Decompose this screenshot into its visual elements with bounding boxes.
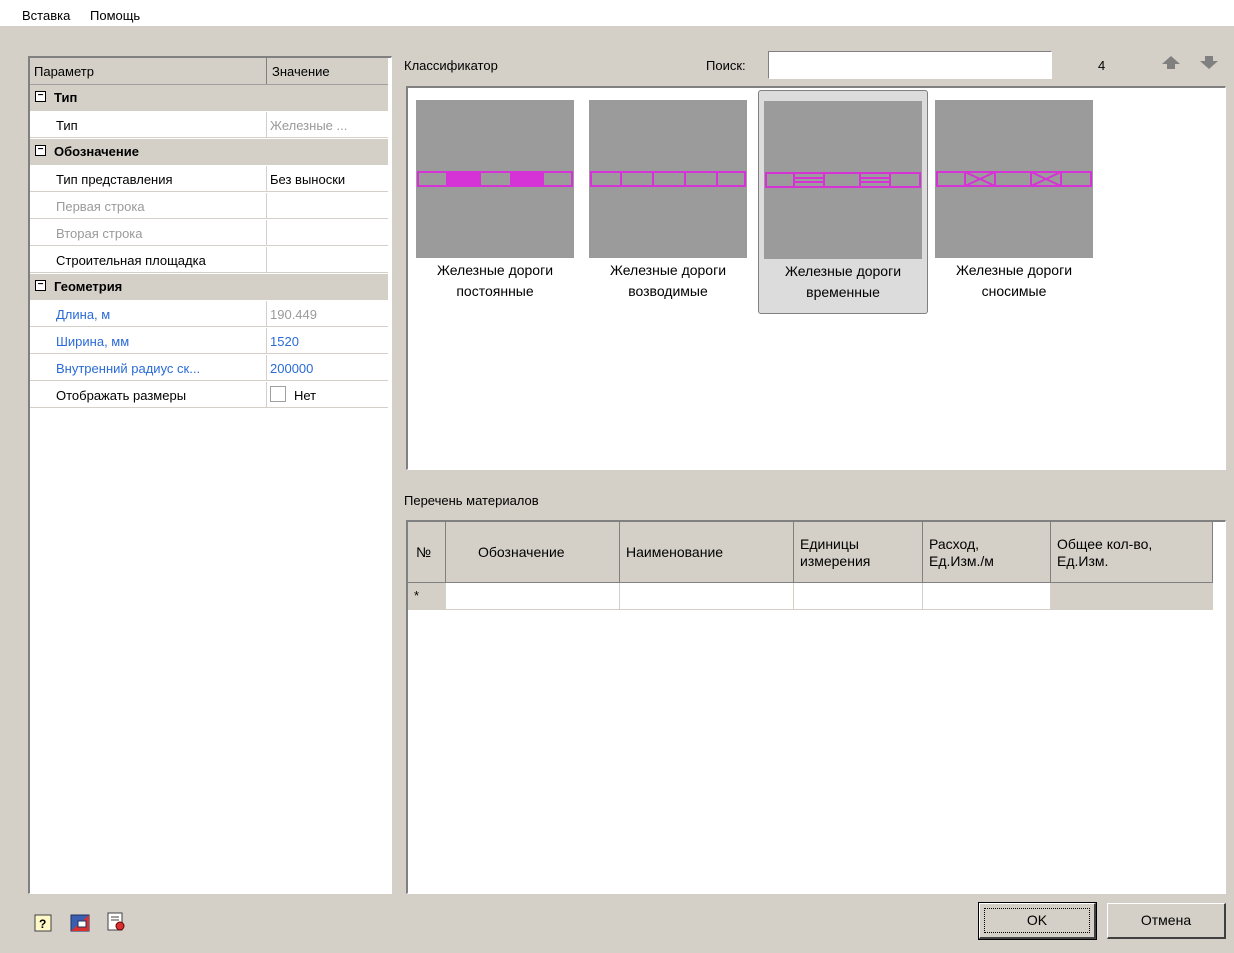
property-row-radius[interactable]: Внутренний радиус ск... 200000 [30,355,388,381]
cell-designation[interactable] [446,583,620,609]
cell-name[interactable] [620,583,794,609]
cancel-button[interactable]: Отмена [1107,903,1226,939]
property-row-second-line[interactable]: Вторая строка [30,220,388,246]
property-name: Вторая строка [56,226,143,241]
classifier-panel: Железные дороги постоянные Железные дорог… [406,86,1226,470]
property-row-first-line[interactable]: Первая строка [30,193,388,219]
railway-temporary-preview [764,101,922,259]
menu-insert[interactable]: Вставка [22,8,70,23]
column-designation[interactable]: Обозначение [446,522,620,582]
property-name: Длина, м [56,307,111,322]
property-value[interactable]: 200000 [270,361,386,376]
property-value[interactable]: 1520 [270,334,386,349]
property-row-show-dimensions[interactable]: Отображать размеры Нет [30,382,388,408]
property-grid-header: Параметр Значение [30,58,388,85]
search-input[interactable] [768,51,1052,79]
property-row-representation[interactable]: Тип представления Без выноски [30,166,388,192]
railway-demolished-preview [935,100,1093,258]
property-row-type[interactable]: Тип Железные ... [30,112,388,138]
classifier-item-caption: Железные дороги временные [784,263,902,300]
property-name: Тип представления [56,172,173,187]
property-value[interactable]: Железные ... [270,118,386,133]
svg-text:?: ? [39,917,46,931]
category-type[interactable]: − Тип [30,85,388,111]
railway-permanent-preview [416,100,574,258]
property-grid: Параметр Значение − Тип Тип Железные ...… [28,56,392,894]
property-name: Тип [56,118,78,133]
column-parameter[interactable]: Параметр [34,64,94,79]
classifier-item-temporary[interactable]: Железные дороги временные [758,90,928,314]
railway-erected-preview [589,100,747,258]
property-name: Внутренний радиус ск... [56,361,201,376]
table-row-new[interactable]: * [408,583,1213,610]
category-label: Геометрия [54,279,123,294]
settings-sheet-icon[interactable] [106,912,126,932]
classifier-item-erected[interactable]: Железные дороги возводимые [589,100,747,300]
table-tool-icon[interactable] [70,914,90,932]
cell-rate[interactable] [923,583,1051,609]
menu-bar: Вставка Помощь [0,0,1234,26]
property-value[interactable]: Без выноски [270,172,386,187]
property-name: Первая строка [56,199,145,214]
show-dimensions-checkbox[interactable] [270,386,286,402]
result-count: 4 [1098,58,1106,73]
property-row-length[interactable]: Длина, м 190.449 [30,301,388,327]
column-rate[interactable]: Расход, Ед.Изм./м [923,522,1051,582]
menu-help[interactable]: Помощь [90,8,140,23]
property-value[interactable]: 190.449 [270,307,386,322]
classifier-title: Классификатор [404,58,498,73]
collapse-icon[interactable]: − [35,280,46,291]
column-num[interactable]: № [408,522,446,582]
arrow-up-icon[interactable] [1160,55,1182,71]
arrow-down-icon[interactable] [1198,55,1220,71]
search-label: Поиск: [706,58,746,73]
classifier-item-caption: Железные дороги сносимые [955,262,1073,299]
materials-title: Перечень материалов [404,493,539,508]
column-units[interactable]: Единицы измерения [794,522,923,582]
ok-button[interactable]: OK [978,902,1097,940]
materials-table: № Обозначение Наименование Единицы измере… [406,520,1226,894]
cell-total [1051,583,1213,609]
category-designation[interactable]: − Обозначение [30,139,388,165]
collapse-icon[interactable]: − [35,145,46,156]
property-name: Ширина, мм [56,334,130,349]
classifier-item-caption: Железные дороги постоянные [436,262,554,299]
category-label: Обозначение [54,144,139,159]
property-value: Нет [294,388,317,403]
category-geometry[interactable]: − Геометрия [30,274,388,300]
collapse-icon[interactable]: − [35,91,46,102]
help-icon[interactable]: ? [34,914,52,932]
classifier-item-caption: Железные дороги возводимые [609,262,727,299]
column-total[interactable]: Общее кол-во, Ед.Изм. [1051,522,1213,582]
row-header: * [408,583,446,609]
property-name: Строительная площадка [56,253,206,268]
property-row-site[interactable]: Строительная площадка [30,247,388,273]
classifier-item-permanent[interactable]: Железные дороги постоянные [416,100,574,300]
materials-header: № Обозначение Наименование Единицы измере… [408,522,1213,583]
classifier-item-demolished[interactable]: Железные дороги сносимые [935,100,1093,300]
category-label: Тип [54,90,78,105]
column-value[interactable]: Значение [272,64,330,79]
column-name[interactable]: Наименование [620,522,794,582]
cell-units[interactable] [794,583,923,609]
property-name: Отображать размеры [56,388,187,403]
property-row-width[interactable]: Ширина, мм 1520 [30,328,388,354]
